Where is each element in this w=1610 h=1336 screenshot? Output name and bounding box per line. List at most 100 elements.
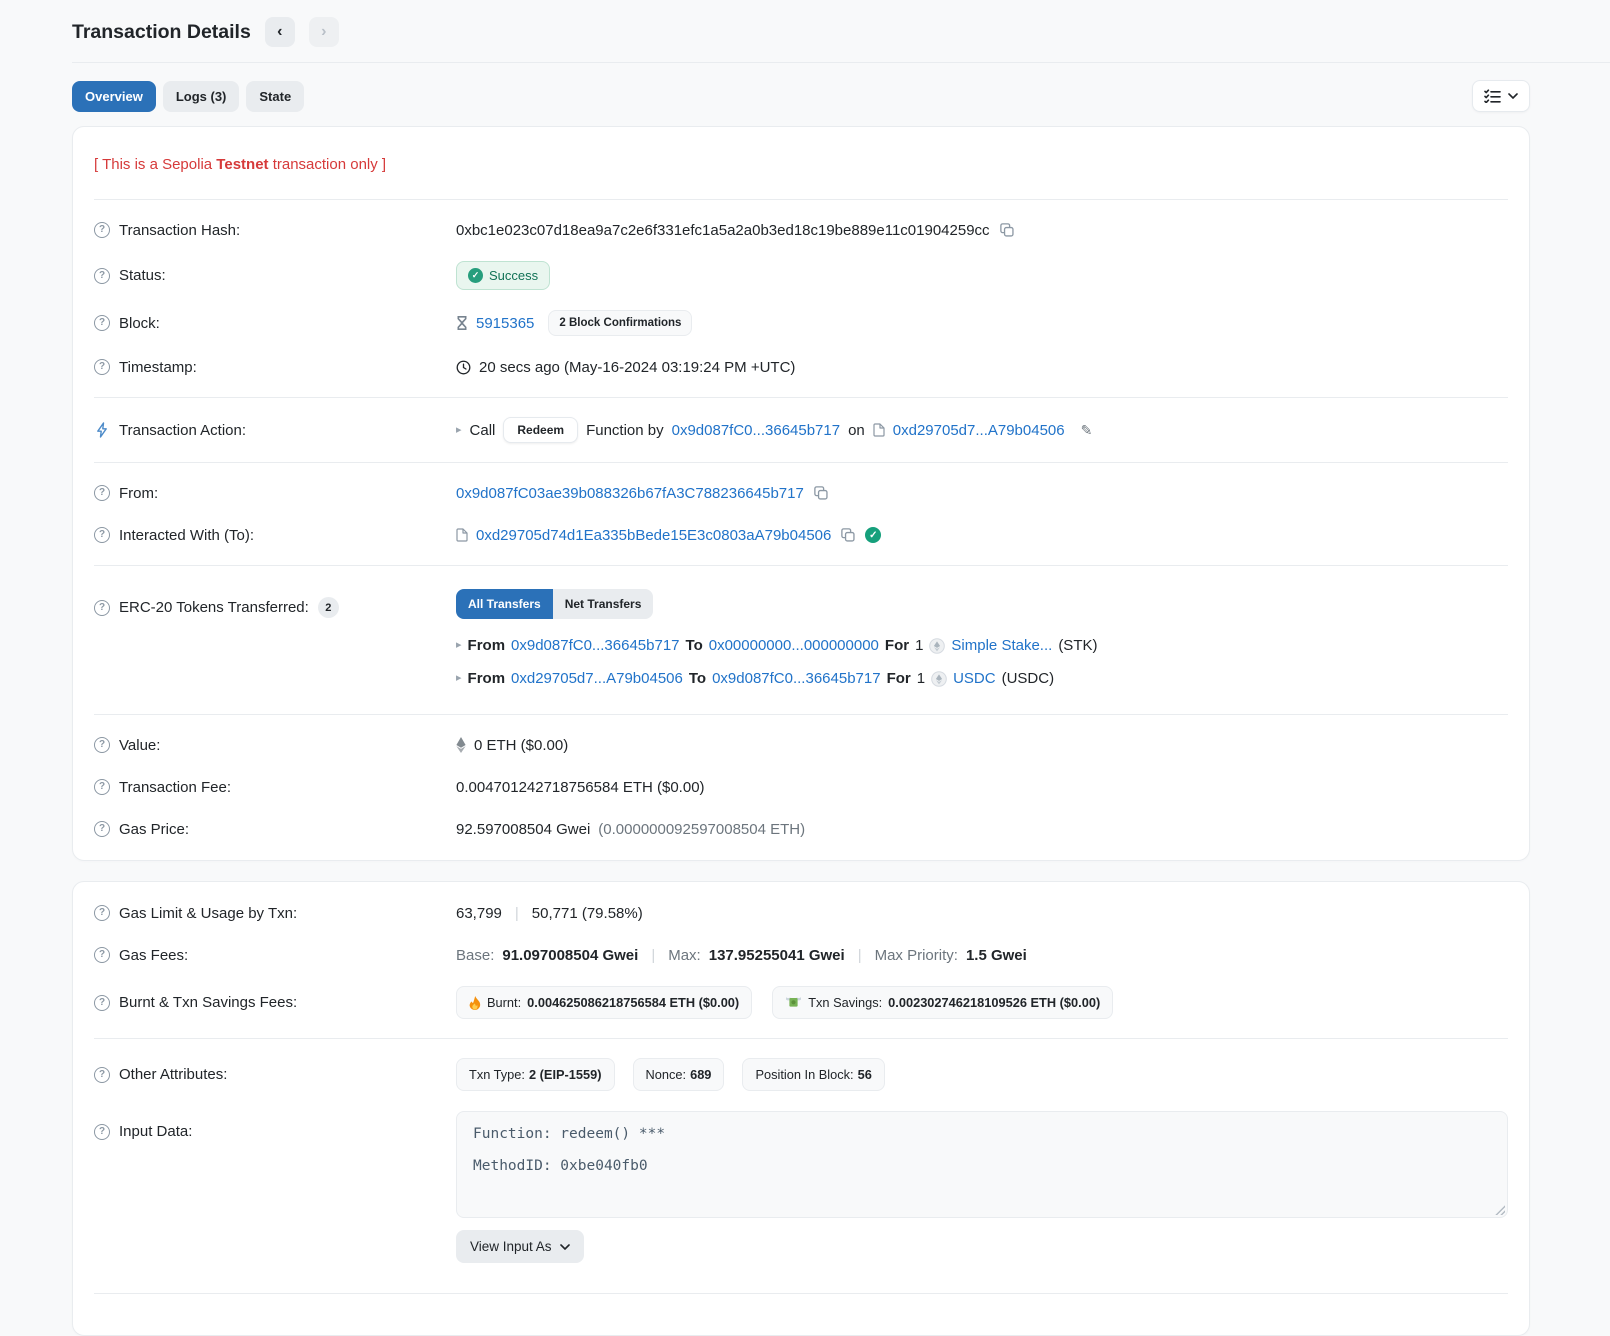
action-call-word: Call xyxy=(470,422,496,439)
gas-price-label: Gas Price: xyxy=(119,821,189,838)
caret-right-icon[interactable]: ▸ xyxy=(456,425,462,436)
next-transaction-button[interactable]: › xyxy=(309,17,339,47)
caret-right-icon[interactable]: ▸ xyxy=(456,640,462,651)
tab-logs[interactable]: Logs (3) xyxy=(163,81,240,112)
chevron-down-icon xyxy=(1508,93,1518,99)
transaction-action-label: Transaction Action: xyxy=(119,422,246,439)
transfer-token-link[interactable]: Simple Stake... xyxy=(951,637,1052,654)
help-icon[interactable]: ? xyxy=(94,779,110,795)
other-attributes-row: ? Other Attributes: Txn Type: 2 (EIP-155… xyxy=(94,1048,1508,1101)
divider xyxy=(94,565,1508,566)
tab-state[interactable]: State xyxy=(246,81,304,112)
transaction-hash-label: Transaction Hash: xyxy=(119,222,240,239)
eth-icon xyxy=(456,737,466,753)
txn-savings-badge: Txn Savings: 0.002302746218109526 ETH ($… xyxy=(772,986,1113,1019)
input-data-box[interactable]: Function: redeem() *** MethodID: 0xbe040… xyxy=(456,1111,1508,1218)
erc20-transfers-label: ERC-20 Tokens Transferred: xyxy=(119,599,309,616)
from-address-link[interactable]: 0x9d087fC03ae39b088326b67fA3C788236645b7… xyxy=(456,485,804,502)
action-from-address-link[interactable]: 0x9d087fC0...36645b717 xyxy=(672,422,840,439)
gas-limit-row: ? Gas Limit & Usage by Txn: 63,799 | 50,… xyxy=(94,892,1508,934)
edit-action-button[interactable]: ✎ xyxy=(1079,420,1095,441)
fire-icon xyxy=(469,996,481,1010)
burnt-fee-label: Burnt: xyxy=(487,995,521,1010)
action-text-function-by: Function by xyxy=(586,422,664,439)
display-options-button[interactable] xyxy=(1472,80,1530,112)
help-icon[interactable]: ? xyxy=(94,947,110,963)
help-icon[interactable]: ? xyxy=(94,268,110,284)
tabs: Overview Logs (3) State xyxy=(72,81,304,112)
transfer-token-symbol: (USDC) xyxy=(1002,670,1055,687)
status-row: ? Status: ✓ Success xyxy=(94,251,1508,300)
action-contract-link[interactable]: 0xd29705d7...A79b04506 xyxy=(893,422,1065,439)
lightning-icon xyxy=(94,422,110,438)
document-icon xyxy=(456,528,468,542)
help-icon[interactable]: ? xyxy=(94,995,110,1011)
help-icon[interactable]: ? xyxy=(94,821,110,837)
copy-icon xyxy=(1000,223,1014,237)
copy-from-button[interactable] xyxy=(812,484,830,502)
help-icon[interactable]: ? xyxy=(94,1124,110,1140)
transfer-from-link[interactable]: 0xd29705d7...A79b04506 xyxy=(511,670,683,687)
transfers-toggle-group: All Transfers Net Transfers xyxy=(456,589,1508,619)
chevron-down-icon xyxy=(560,1244,570,1250)
block-number-link[interactable]: 5915365 xyxy=(476,315,534,332)
erc20-transfers-row: ? ERC-20 Tokens Transferred: 2 All Trans… xyxy=(94,575,1508,705)
caret-right-icon[interactable]: ▸ xyxy=(456,673,462,684)
help-icon[interactable]: ? xyxy=(94,1067,110,1083)
copy-hash-button[interactable] xyxy=(998,221,1016,239)
net-transfers-button[interactable]: Net Transfers xyxy=(553,589,654,619)
success-check-icon: ✓ xyxy=(468,268,483,283)
txn-type-label: Txn Type: xyxy=(469,1067,525,1082)
transfer-for-word: For xyxy=(885,637,909,654)
timestamp-label: Timestamp: xyxy=(119,359,197,376)
transfer-token-link[interactable]: USDC xyxy=(953,670,996,687)
gas-usage-value: 50,771 (79.58%) xyxy=(532,905,643,922)
previous-transaction-button[interactable]: ‹ xyxy=(265,17,295,47)
help-icon[interactable]: ? xyxy=(94,600,110,616)
help-icon[interactable]: ? xyxy=(94,359,110,375)
help-icon[interactable]: ? xyxy=(94,315,110,331)
help-icon[interactable]: ? xyxy=(94,485,110,501)
copy-to-button[interactable] xyxy=(839,526,857,544)
to-address-link[interactable]: 0xd29705d74d1Ea335bBede15E3c0803aA79b045… xyxy=(476,527,831,544)
transfer-row: ▸ From 0x9d087fC0...36645b717 To 0x00000… xyxy=(456,629,1508,662)
testnet-warning: [ This is a Sepolia Testnet transaction … xyxy=(94,137,1508,190)
interacted-with-row: ? Interacted With (To): 0xd29705d74d1Ea3… xyxy=(94,514,1508,556)
help-icon[interactable]: ? xyxy=(94,222,110,238)
base-fee-label: Base: xyxy=(456,947,494,964)
txn-type-value: 2 (EIP-1559) xyxy=(529,1067,602,1082)
page-title: Transaction Details xyxy=(72,21,251,44)
tab-overview[interactable]: Overview xyxy=(72,81,156,112)
gas-fees-label: Gas Fees: xyxy=(119,947,188,964)
help-icon[interactable]: ? xyxy=(94,737,110,753)
transfer-row: ▸ From 0xd29705d7...A79b04506 To 0x9d087… xyxy=(456,662,1508,695)
help-icon[interactable]: ? xyxy=(94,527,110,543)
token-icon xyxy=(931,671,947,687)
view-input-as-button[interactable]: View Input As xyxy=(456,1230,584,1263)
overview-card: [ This is a Sepolia Testnet transaction … xyxy=(72,126,1530,861)
transfer-to-link[interactable]: 0x9d087fC0...36645b717 xyxy=(712,670,880,687)
transaction-fee-row: ? Transaction Fee: 0.004701242718756584 … xyxy=(94,766,1508,808)
transfer-from-word: From xyxy=(468,637,506,654)
all-transfers-button[interactable]: All Transfers xyxy=(456,589,553,619)
from-label: From: xyxy=(119,485,158,502)
chevron-right-icon: › xyxy=(321,23,326,41)
nonce-badge: Nonce: 689 xyxy=(633,1058,725,1091)
max-priority-fee-value: 1.5 Gwei xyxy=(966,947,1027,964)
transfer-amount: 1 xyxy=(917,670,925,687)
value-amount: 0 ETH ($0.00) xyxy=(474,737,568,754)
gas-limit-value: 63,799 xyxy=(456,905,502,922)
help-icon[interactable]: ? xyxy=(94,905,110,921)
transfer-from-link[interactable]: 0x9d087fC0...36645b717 xyxy=(511,637,679,654)
transaction-fee-value: 0.004701242718756584 ETH ($0.00) xyxy=(456,779,705,796)
max-priority-fee-label: Max Priority: xyxy=(875,947,958,964)
transfer-token-symbol: (STK) xyxy=(1058,637,1097,654)
burnt-fee-value: 0.004625086218756584 ETH ($0.00) xyxy=(527,995,739,1010)
txn-savings-label: Txn Savings: xyxy=(808,995,882,1010)
transfer-to-link[interactable]: 0x00000000...000000000 xyxy=(709,637,879,654)
hourglass-icon xyxy=(456,316,468,330)
gas-price-row: ? Gas Price: 92.597008504 Gwei (0.000000… xyxy=(94,808,1508,850)
page-header: Transaction Details ‹ › xyxy=(0,0,1610,62)
view-input-as-label: View Input As xyxy=(470,1239,552,1254)
nonce-label: Nonce: xyxy=(646,1067,687,1082)
